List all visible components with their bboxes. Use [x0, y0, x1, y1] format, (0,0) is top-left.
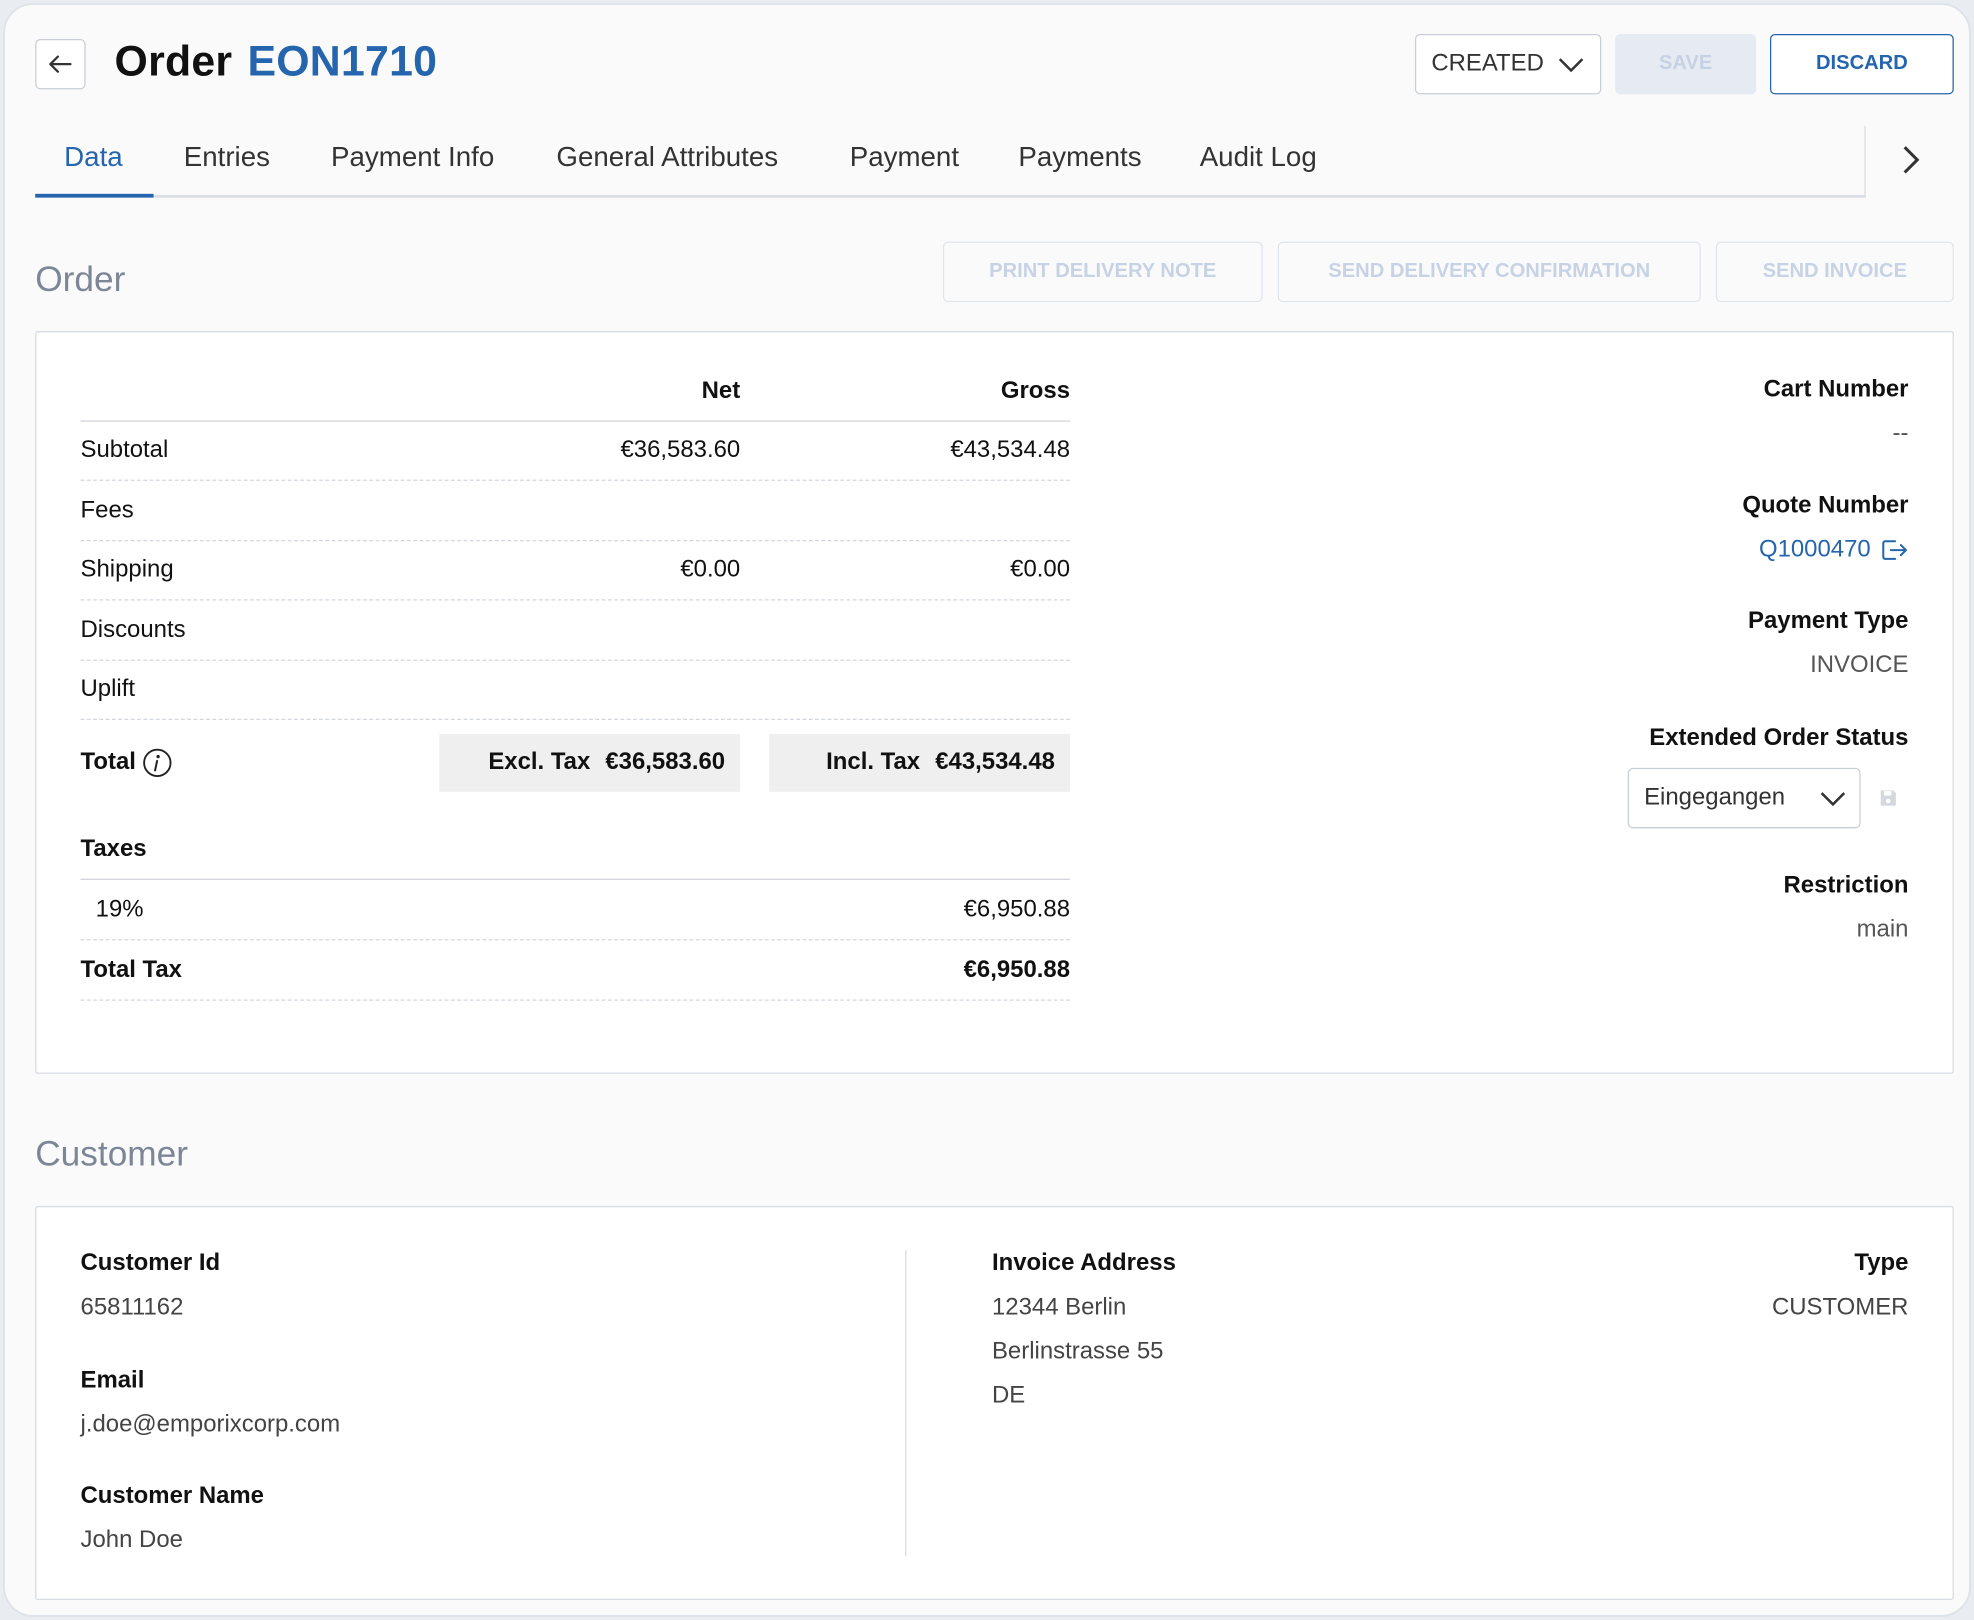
incl-tax-label: Incl. Tax — [826, 749, 921, 776]
customer-section-title: Customer — [35, 1134, 189, 1174]
customer-card: Customer Id 65811162 Email j.doe@emporix… — [35, 1205, 1954, 1601]
send-invoice-button[interactable]: SEND INVOICE — [1715, 241, 1954, 303]
customer-name-value: John Doe — [80, 1527, 183, 1554]
subtotal-net: €36,583.60 — [620, 436, 741, 464]
row-label-fees: Fees — [80, 497, 134, 524]
page-title: Order EON1710 — [115, 38, 438, 87]
cart-number-value: -- — [1892, 420, 1909, 447]
tab-general-attributes[interactable]: General Attributes — [556, 141, 778, 174]
tab-data[interactable]: Data — [64, 141, 123, 174]
send-delivery-confirmation-button[interactable]: SEND DELIVERY CONFIRMATION — [1277, 241, 1701, 303]
col-header-net: Net — [701, 377, 741, 405]
order-status-select[interactable]: CREATED — [1414, 33, 1602, 95]
tabs-scroll-right-button[interactable] — [1893, 141, 1928, 179]
customer-name-label: Customer Name — [80, 1482, 264, 1510]
save-icon[interactable] — [1880, 789, 1898, 807]
chevron-right-icon — [1903, 146, 1920, 174]
email-label: Email — [80, 1367, 145, 1394]
customer-id-label: Customer Id — [80, 1250, 221, 1277]
external-link-icon — [1882, 540, 1907, 560]
table-divider — [80, 420, 1071, 422]
row-divider — [80, 659, 1071, 661]
tax-rate: 19% — [95, 896, 144, 923]
row-divider — [80, 939, 1071, 941]
arrow-left-icon — [49, 55, 72, 73]
row-divider — [80, 999, 1071, 1001]
type-value: CUSTOMER — [1772, 1294, 1909, 1321]
row-label-discounts: Discounts — [80, 616, 186, 644]
info-icon[interactable] — [142, 748, 172, 778]
row-label-total: Total — [80, 749, 136, 776]
shipping-net: €0.00 — [680, 556, 741, 583]
save-button[interactable]: SAVE — [1615, 33, 1757, 95]
app-window: Order EON1710 CREATED SAVE DISCARD Data … — [3, 3, 1971, 1617]
total-incl-tax-box: Incl. Tax €43,534.48 — [769, 733, 1071, 792]
extended-order-status-label: Extended Order Status — [1649, 725, 1909, 752]
active-tab-indicator — [35, 193, 154, 198]
tab-bar: Data Entries Payment Info General Attrib… — [35, 126, 1866, 198]
order-section-title: Order — [35, 259, 126, 299]
invoice-address-line: DE — [991, 1382, 1026, 1409]
extended-order-status-value: Eingegangen — [1644, 784, 1786, 811]
excl-tax-label: Excl. Tax — [488, 749, 591, 776]
tabs-divider — [1864, 125, 1866, 198]
quote-number-value: Q1000470 — [1758, 536, 1871, 563]
extended-order-status-select[interactable]: Eingegangen — [1627, 767, 1861, 829]
type-label: Type — [1854, 1250, 1909, 1277]
tab-entries[interactable]: Entries — [184, 141, 270, 174]
taxes-label: Taxes — [80, 835, 147, 863]
tab-audit-log[interactable]: Audit Log — [1200, 141, 1317, 174]
subtotal-gross: €43,534.48 — [950, 436, 1071, 464]
column-divider — [905, 1250, 907, 1556]
order-number: EON1710 — [247, 37, 438, 86]
back-button[interactable] — [35, 38, 86, 90]
row-divider — [80, 599, 1071, 601]
row-label-subtotal: Subtotal — [80, 436, 169, 464]
tax-amount: €6,950.88 — [963, 896, 1071, 923]
invoice-address-line: Berlinstrasse 55 — [991, 1338, 1164, 1365]
email-value: j.doe@emporixcorp.com — [80, 1411, 341, 1438]
customer-id-value: 65811162 — [80, 1294, 184, 1321]
payment-type-label: Payment Type — [1748, 608, 1909, 635]
row-divider — [80, 479, 1071, 481]
quote-number-label: Quote Number — [1742, 492, 1909, 519]
restriction-value: main — [1856, 916, 1909, 943]
page-title-prefix: Order — [114, 37, 233, 86]
incl-tax-value: €43,534.48 — [935, 749, 1055, 776]
payment-type-value: INVOICE — [1810, 652, 1909, 679]
invoice-address-line: 12344 Berlin — [991, 1294, 1127, 1321]
row-label-shipping: Shipping — [80, 556, 174, 583]
chevron-down-icon — [1558, 58, 1584, 73]
excl-tax-value: €36,583.60 — [605, 749, 726, 776]
tab-payments[interactable]: Payments — [1018, 141, 1141, 174]
total-tax-label: Total Tax — [80, 956, 182, 984]
restriction-label: Restriction — [1783, 872, 1909, 899]
total-excl-tax-box: Excl. Tax €36,583.60 — [439, 733, 741, 792]
col-header-gross: Gross — [1000, 377, 1071, 405]
chevron-down-icon — [1820, 792, 1846, 807]
tab-payment[interactable]: Payment — [850, 141, 959, 174]
taxes-divider — [80, 878, 1071, 880]
shipping-gross: €0.00 — [1010, 556, 1071, 583]
total-tax-value: €6,950.88 — [963, 956, 1071, 984]
row-divider — [80, 718, 1071, 721]
cart-number-label: Cart Number — [1763, 376, 1909, 403]
invoice-address-label: Invoice Address — [991, 1250, 1176, 1277]
print-delivery-note-button[interactable]: PRINT DELIVERY NOTE — [942, 241, 1263, 303]
order-card: Net Gross Subtotal €36,583.60 €43,534.48… — [35, 331, 1954, 1074]
order-status-value: CREATED — [1431, 50, 1544, 77]
row-label-uplift: Uplift — [80, 675, 136, 703]
row-divider — [80, 540, 1071, 542]
tab-payment-info[interactable]: Payment Info — [331, 141, 494, 174]
discard-button[interactable]: DISCARD — [1769, 33, 1954, 95]
quote-number-link[interactable]: Q1000470 — [1759, 536, 1908, 564]
